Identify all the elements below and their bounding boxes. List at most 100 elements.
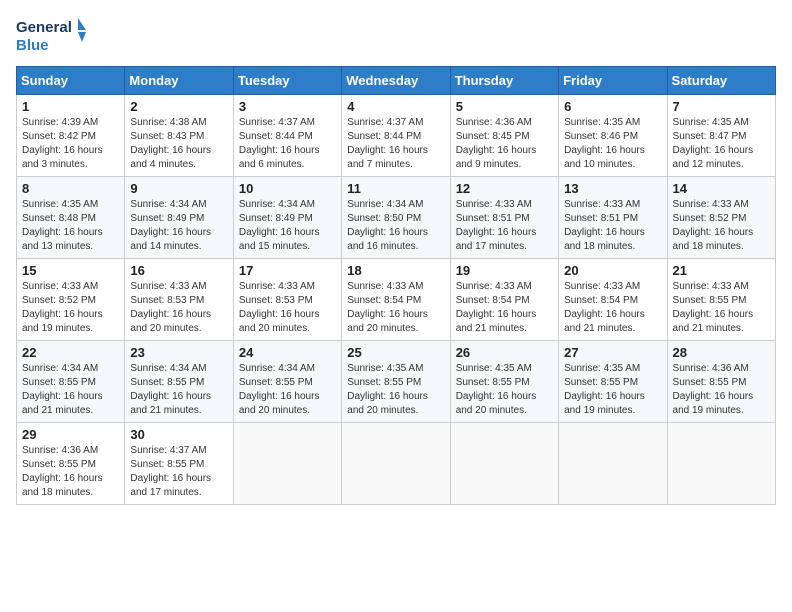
calendar-week-row: 1 Sunrise: 4:39 AM Sunset: 8:42 PM Daylig… — [17, 95, 776, 177]
day-number: 1 — [22, 99, 119, 114]
day-info: Sunrise: 4:37 AM Sunset: 8:44 PM Dayligh… — [239, 116, 336, 172]
day-info: Sunrise: 4:33 AM Sunset: 8:54 PM Dayligh… — [347, 280, 444, 336]
calendar-cell: 14Sunrise: 4:33 AM Sunset: 8:52 PM Dayli… — [667, 177, 775, 259]
calendar-cell: 6Sunrise: 4:35 AM Sunset: 8:46 PM Daylig… — [559, 95, 667, 177]
calendar-cell: 16 Sunrise: 4:33 AM Sunset: 8:53 PM Dayli… — [125, 259, 233, 341]
day-info: Sunrise: 4:34 AM Sunset: 8:49 PM Dayligh… — [130, 198, 227, 254]
day-info: Sunrise: 4:35 AM Sunset: 8:47 PM Dayligh… — [673, 116, 770, 172]
day-info: Sunrise: 4:33 AM Sunset: 8:51 PM Dayligh… — [564, 198, 661, 254]
day-info: Sunrise: 4:38 AM Sunset: 8:43 PM Dayligh… — [130, 116, 227, 172]
day-info: Sunrise: 4:39 AM Sunset: 8:42 PM Dayligh… — [22, 116, 119, 172]
calendar-cell: 1 Sunrise: 4:39 AM Sunset: 8:42 PM Daylig… — [17, 95, 125, 177]
calendar-cell: 4 Sunrise: 4:37 AM Sunset: 8:44 PM Daylig… — [342, 95, 450, 177]
day-number: 10 — [239, 181, 336, 196]
logo: General Blue — [16, 16, 86, 58]
day-number: 23 — [130, 345, 227, 360]
day-number: 11 — [347, 181, 444, 196]
day-number: 29 — [22, 427, 119, 442]
day-info: Sunrise: 4:35 AM Sunset: 8:55 PM Dayligh… — [564, 362, 661, 418]
calendar-cell: 3 Sunrise: 4:37 AM Sunset: 8:44 PM Daylig… — [233, 95, 341, 177]
day-number: 5 — [456, 99, 553, 114]
day-info: Sunrise: 4:35 AM Sunset: 8:55 PM Dayligh… — [456, 362, 553, 418]
day-number: 7 — [673, 99, 770, 114]
weekday-header-sunday: Sunday — [17, 67, 125, 95]
day-info: Sunrise: 4:33 AM Sunset: 8:52 PM Dayligh… — [22, 280, 119, 336]
calendar-cell: 23Sunrise: 4:34 AM Sunset: 8:55 PM Dayli… — [125, 341, 233, 423]
calendar-cell: 10 Sunrise: 4:34 AM Sunset: 8:49 PM Dayli… — [233, 177, 341, 259]
day-number: 20 — [564, 263, 661, 278]
day-number: 17 — [239, 263, 336, 278]
calendar-cell: 13 Sunrise: 4:33 AM Sunset: 8:51 PM Dayli… — [559, 177, 667, 259]
calendar-cell: 21 Sunrise: 4:33 AM Sunset: 8:55 PM Dayli… — [667, 259, 775, 341]
logo-svg: General Blue — [16, 16, 86, 58]
calendar-week-row: 22 Sunrise: 4:34 AM Sunset: 8:55 PM Dayli… — [17, 341, 776, 423]
svg-text:Blue: Blue — [16, 37, 49, 54]
day-number: 16 — [130, 263, 227, 278]
day-info: Sunrise: 4:34 AM Sunset: 8:50 PM Dayligh… — [347, 198, 444, 254]
day-number: 14 — [673, 181, 770, 196]
day-info: Sunrise: 4:33 AM Sunset: 8:53 PM Dayligh… — [130, 280, 227, 336]
calendar-cell: 15Sunrise: 4:33 AM Sunset: 8:52 PM Dayli… — [17, 259, 125, 341]
calendar-cell: 7 Sunrise: 4:35 AM Sunset: 8:47 PM Daylig… — [667, 95, 775, 177]
weekday-header-monday: Monday — [125, 67, 233, 95]
calendar-cell: 17 Sunrise: 4:33 AM Sunset: 8:53 PM Dayli… — [233, 259, 341, 341]
calendar-cell: 24 Sunrise: 4:34 AM Sunset: 8:55 PM Dayli… — [233, 341, 341, 423]
day-info: Sunrise: 4:34 AM Sunset: 8:55 PM Dayligh… — [22, 362, 119, 418]
weekday-header-saturday: Saturday — [667, 67, 775, 95]
calendar-cell: 11 Sunrise: 4:34 AM Sunset: 8:50 PM Dayli… — [342, 177, 450, 259]
calendar-cell: 22 Sunrise: 4:34 AM Sunset: 8:55 PM Dayli… — [17, 341, 125, 423]
calendar-table: SundayMondayTuesdayWednesdayThursdayFrid… — [16, 66, 776, 505]
page-header: General Blue — [16, 16, 776, 58]
day-number: 18 — [347, 263, 444, 278]
calendar-cell: 8 Sunrise: 4:35 AM Sunset: 8:48 PM Daylig… — [17, 177, 125, 259]
day-number: 3 — [239, 99, 336, 114]
day-info: Sunrise: 4:35 AM Sunset: 8:48 PM Dayligh… — [22, 198, 119, 254]
day-info: Sunrise: 4:34 AM Sunset: 8:49 PM Dayligh… — [239, 198, 336, 254]
calendar-cell: 30 Sunrise: 4:37 AM Sunset: 8:55 PM Dayli… — [125, 423, 233, 505]
day-info: Sunrise: 4:37 AM Sunset: 8:55 PM Dayligh… — [130, 444, 227, 500]
calendar-cell — [450, 423, 558, 505]
day-info: Sunrise: 4:33 AM Sunset: 8:54 PM Dayligh… — [456, 280, 553, 336]
calendar-cell: 26 Sunrise: 4:35 AM Sunset: 8:55 PM Dayli… — [450, 341, 558, 423]
day-number: 26 — [456, 345, 553, 360]
calendar-cell: 2 Sunrise: 4:38 AM Sunset: 8:43 PM Daylig… — [125, 95, 233, 177]
day-info: Sunrise: 4:36 AM Sunset: 8:55 PM Dayligh… — [673, 362, 770, 418]
day-number: 24 — [239, 345, 336, 360]
day-number: 12 — [456, 181, 553, 196]
calendar-cell — [233, 423, 341, 505]
calendar-cell: 20 Sunrise: 4:33 AM Sunset: 8:54 PM Dayli… — [559, 259, 667, 341]
calendar-cell: 9Sunrise: 4:34 AM Sunset: 8:49 PM Daylig… — [125, 177, 233, 259]
day-info: Sunrise: 4:33 AM Sunset: 8:55 PM Dayligh… — [673, 280, 770, 336]
day-info: Sunrise: 4:33 AM Sunset: 8:54 PM Dayligh… — [564, 280, 661, 336]
calendar-cell: 25 Sunrise: 4:35 AM Sunset: 8:55 PM Dayli… — [342, 341, 450, 423]
day-number: 22 — [22, 345, 119, 360]
calendar-cell: 5 Sunrise: 4:36 AM Sunset: 8:45 PM Daylig… — [450, 95, 558, 177]
svg-text:General: General — [16, 19, 72, 36]
calendar-cell: 29 Sunrise: 4:36 AM Sunset: 8:55 PM Dayli… — [17, 423, 125, 505]
day-info: Sunrise: 4:33 AM Sunset: 8:53 PM Dayligh… — [239, 280, 336, 336]
day-info: Sunrise: 4:33 AM Sunset: 8:51 PM Dayligh… — [456, 198, 553, 254]
calendar-cell: 27Sunrise: 4:35 AM Sunset: 8:55 PM Dayli… — [559, 341, 667, 423]
day-info: Sunrise: 4:37 AM Sunset: 8:44 PM Dayligh… — [347, 116, 444, 172]
day-number: 2 — [130, 99, 227, 114]
day-number: 4 — [347, 99, 444, 114]
calendar-week-row: 8 Sunrise: 4:35 AM Sunset: 8:48 PM Daylig… — [17, 177, 776, 259]
weekday-header-friday: Friday — [559, 67, 667, 95]
day-number: 6 — [564, 99, 661, 114]
calendar-header-row: SundayMondayTuesdayWednesdayThursdayFrid… — [17, 67, 776, 95]
weekday-header-thursday: Thursday — [450, 67, 558, 95]
day-number: 25 — [347, 345, 444, 360]
day-info: Sunrise: 4:36 AM Sunset: 8:55 PM Dayligh… — [22, 444, 119, 500]
day-number: 8 — [22, 181, 119, 196]
day-number: 13 — [564, 181, 661, 196]
day-info: Sunrise: 4:34 AM Sunset: 8:55 PM Dayligh… — [239, 362, 336, 418]
calendar-cell: 18 Sunrise: 4:33 AM Sunset: 8:54 PM Dayli… — [342, 259, 450, 341]
day-number: 19 — [456, 263, 553, 278]
calendar-cell: 28Sunrise: 4:36 AM Sunset: 8:55 PM Dayli… — [667, 341, 775, 423]
day-number: 30 — [130, 427, 227, 442]
calendar-cell — [559, 423, 667, 505]
calendar-cell — [342, 423, 450, 505]
day-info: Sunrise: 4:35 AM Sunset: 8:55 PM Dayligh… — [347, 362, 444, 418]
day-number: 21 — [673, 263, 770, 278]
day-info: Sunrise: 4:36 AM Sunset: 8:45 PM Dayligh… — [456, 116, 553, 172]
